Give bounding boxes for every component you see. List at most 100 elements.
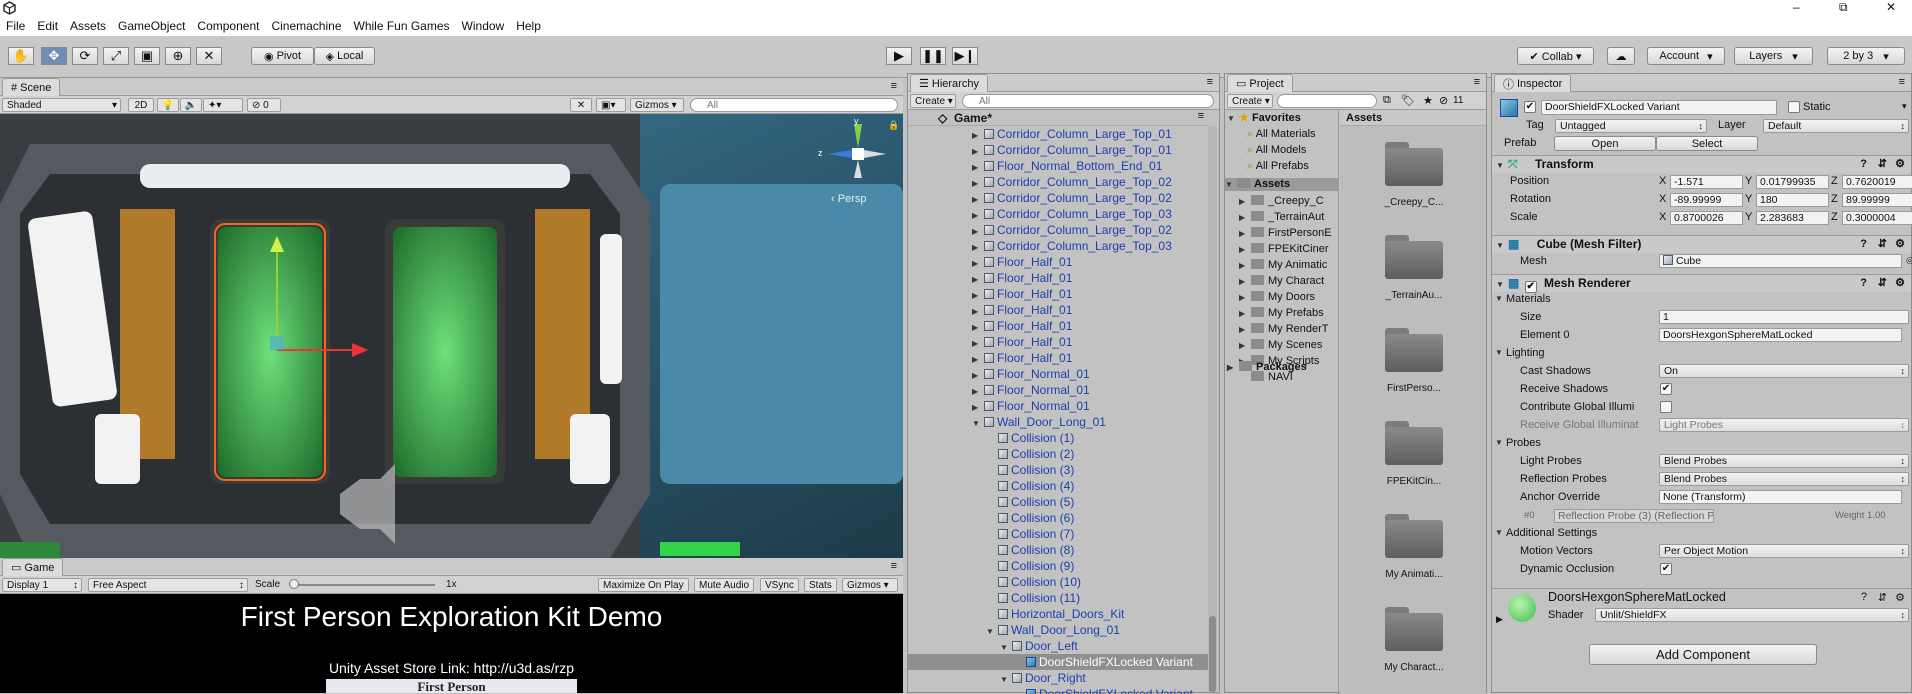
- hierarchy-item[interactable]: Collision (9): [908, 558, 1208, 574]
- panel-menu-icon[interactable]: ≡: [891, 80, 897, 92]
- menu-cinemachine[interactable]: Cinemachine: [265, 19, 347, 33]
- pivot-toggle[interactable]: ◉ Pivot: [251, 47, 314, 65]
- collapse-arrow-icon[interactable]: ▼: [1495, 528, 1507, 537]
- scene-search-input[interactable]: All: [690, 98, 898, 112]
- favorites-node[interactable]: ▼ ★ Favorites: [1227, 112, 1301, 125]
- panel-menu-icon[interactable]: ≡: [891, 560, 897, 572]
- folder-icon[interactable]: [1385, 419, 1443, 465]
- game-gizmos-dropdown[interactable]: Gizmos ▾: [842, 578, 898, 592]
- hierarchy-search-input[interactable]: All: [962, 94, 1214, 108]
- collapse-arrow-icon[interactable]: ▼: [1495, 438, 1507, 447]
- hierarchy-create-button[interactable]: Create ▾: [910, 94, 956, 108]
- asset-folder-item[interactable]: ▶ My RenderT: [1239, 323, 1329, 336]
- expand-arrow-icon[interactable]: ▶: [1239, 323, 1251, 336]
- probes-section[interactable]: Probes: [1506, 437, 1541, 449]
- expand-arrow-icon[interactable]: ▶: [1239, 227, 1251, 240]
- menu-gameobject[interactable]: GameObject: [112, 19, 191, 33]
- hierarchy-item[interactable]: ▶ Corridor_Column_Large_Top_01: [908, 126, 1208, 142]
- motion-vectors-dropdown[interactable]: Per Object Motion: [1659, 544, 1909, 558]
- menu-help[interactable]: Help: [510, 19, 547, 33]
- gizmo-y-axis[interactable]: [854, 124, 862, 148]
- hierarchy-item[interactable]: ▶ Floor_Half_01: [908, 254, 1208, 270]
- hierarchy-item[interactable]: Collision (8): [908, 542, 1208, 558]
- tab-inspector[interactable]: ⓘ Inspector: [1494, 74, 1572, 92]
- preset-icon[interactable]: ⇵: [1878, 275, 1887, 292]
- material-expand-icon[interactable]: ▶: [1496, 614, 1503, 625]
- menu-assets[interactable]: Assets: [64, 19, 112, 33]
- asset-folder-item[interactable]: ▶ My Charact: [1239, 275, 1324, 288]
- gizmo-x-axis[interactable]: [864, 150, 886, 158]
- tab-game[interactable]: ▭ Game: [2, 558, 64, 576]
- asset-folder-item[interactable]: ▶ _Creepy_C: [1239, 195, 1324, 208]
- light-probes-dropdown[interactable]: Blend Probes: [1659, 454, 1909, 468]
- folder-icon[interactable]: [1385, 512, 1443, 558]
- menu-component[interactable]: Component: [191, 19, 265, 33]
- hierarchy-item[interactable]: ▶ Floor_Half_01: [908, 270, 1208, 286]
- x-axis-label[interactable]: X: [1659, 175, 1666, 187]
- panel-menu-icon[interactable]: ≡: [1207, 76, 1213, 88]
- expand-arrow-icon[interactable]: ▶: [1239, 291, 1251, 304]
- reflection-probes-dropdown[interactable]: Blend Probes: [1659, 472, 1909, 486]
- hierarchy-item[interactable]: ▶ Corridor_Column_Large_Top_02: [908, 174, 1208, 190]
- rotate-tool-icon[interactable]: ⟳: [72, 47, 98, 65]
- mesh-renderer-header[interactable]: ▼ ▦ ✔ Mesh Renderer ? ⇵ ⚙: [1492, 274, 1911, 293]
- 2d-toggle[interactable]: 2D: [128, 98, 154, 112]
- mute-audio-toggle[interactable]: Mute Audio: [694, 578, 755, 592]
- expand-arrow-icon[interactable]: ▶: [1239, 243, 1251, 256]
- effects-dropdown[interactable]: ✦▾: [203, 98, 243, 112]
- hierarchy-item[interactable]: ▶ Floor_Half_01: [908, 350, 1208, 366]
- gizmo-z-axis[interactable]: [828, 150, 852, 158]
- prefab-select-button[interactable]: Select: [1656, 136, 1758, 151]
- tools-icon[interactable]: ✕: [570, 98, 592, 112]
- asset-folder-item[interactable]: ▶ _TerrainAut: [1239, 211, 1324, 224]
- help-icon[interactable]: ?: [1860, 275, 1867, 292]
- gizmo-neg-y-axis[interactable]: [854, 160, 862, 178]
- scale-z-field[interactable]: 0.3000004: [1842, 211, 1912, 225]
- receive-shadows-checkbox[interactable]: ✔: [1660, 383, 1672, 395]
- lighting-section[interactable]: Lighting: [1506, 347, 1545, 359]
- hierarchy-item[interactable]: DoorShieldFXLocked Variant: [908, 654, 1208, 670]
- camera-dropdown[interactable]: ▣▾: [596, 98, 626, 112]
- collapse-arrow-icon[interactable]: ▼: [1495, 348, 1507, 357]
- panel-menu-icon[interactable]: ≡: [1899, 76, 1905, 88]
- hierarchy-scroll-thumb[interactable]: [1209, 616, 1216, 692]
- hierarchy-item[interactable]: Collision (2): [908, 446, 1208, 462]
- collapse-arrow-icon[interactable]: ▼: [1495, 294, 1507, 303]
- active-checkbox[interactable]: ✔: [1524, 101, 1536, 113]
- mesh-renderer-enabled-checkbox[interactable]: ✔: [1524, 281, 1537, 293]
- additional-settings-section[interactable]: Additional Settings: [1506, 527, 1597, 539]
- hidden-count[interactable]: ⊘ 0: [247, 98, 281, 112]
- stats-toggle[interactable]: Stats: [804, 578, 837, 592]
- asset-folder-item[interactable]: ▶ FPEKitCiner: [1239, 243, 1329, 256]
- hierarchy-item[interactable]: ▼ Wall_Door_Long_01: [908, 414, 1208, 430]
- object-name-field[interactable]: DoorShieldFXLocked Variant: [1541, 100, 1777, 115]
- tab-hierarchy[interactable]: ☰ Hierarchy: [910, 74, 988, 92]
- scene-header[interactable]: ◇ Game* ≡: [908, 110, 1208, 126]
- persp-label[interactable]: ‹ Persp: [831, 193, 866, 205]
- hierarchy-item[interactable]: ▶ Corridor_Column_Large_Top_03: [908, 238, 1208, 254]
- orientation-gizmo[interactable]: y z 🔒: [818, 116, 899, 190]
- expand-arrow-icon[interactable]: ▶: [1239, 211, 1251, 224]
- lighting-icon[interactable]: 💡: [157, 98, 179, 112]
- hierarchy-item[interactable]: ▶ Floor_Normal_01: [908, 366, 1208, 382]
- help-icon[interactable]: ?: [1861, 591, 1867, 603]
- move-tool-icon[interactable]: ✥: [41, 47, 67, 65]
- asset-store-link[interactable]: Unity Asset Store Link: http://u3d.as/rz…: [0, 660, 903, 676]
- x-axis-label[interactable]: X: [1659, 211, 1666, 223]
- hierarchy-item[interactable]: Collision (11): [908, 590, 1208, 606]
- receive-gi-dropdown[interactable]: Light Probes: [1659, 418, 1909, 432]
- project-create-button[interactable]: Create ▾: [1227, 94, 1273, 108]
- prefab-open-button[interactable]: Open: [1554, 136, 1656, 151]
- folder-icon[interactable]: [1385, 326, 1443, 372]
- rotation-z-field[interactable]: 89.99999: [1842, 193, 1912, 207]
- hidden-packages-icon[interactable]: ⊘: [1439, 94, 1448, 107]
- shader-dropdown[interactable]: Unlit/ShieldFX: [1595, 608, 1909, 622]
- position-z-field[interactable]: 0.7620019: [1842, 175, 1912, 189]
- hierarchy-item[interactable]: Collision (1): [908, 430, 1208, 446]
- custom-tool-icon[interactable]: ✕: [196, 47, 222, 65]
- tab-project[interactable]: ▭ Project: [1227, 74, 1293, 92]
- pause-button[interactable]: ❚❚: [920, 47, 946, 65]
- probe-name-field[interactable]: Reflection Probe (3) (Reflection Probe): [1554, 509, 1714, 523]
- asset-folder-item[interactable]: ▶ FirstPersonE: [1239, 227, 1332, 240]
- add-component-button[interactable]: Add Component: [1589, 644, 1817, 665]
